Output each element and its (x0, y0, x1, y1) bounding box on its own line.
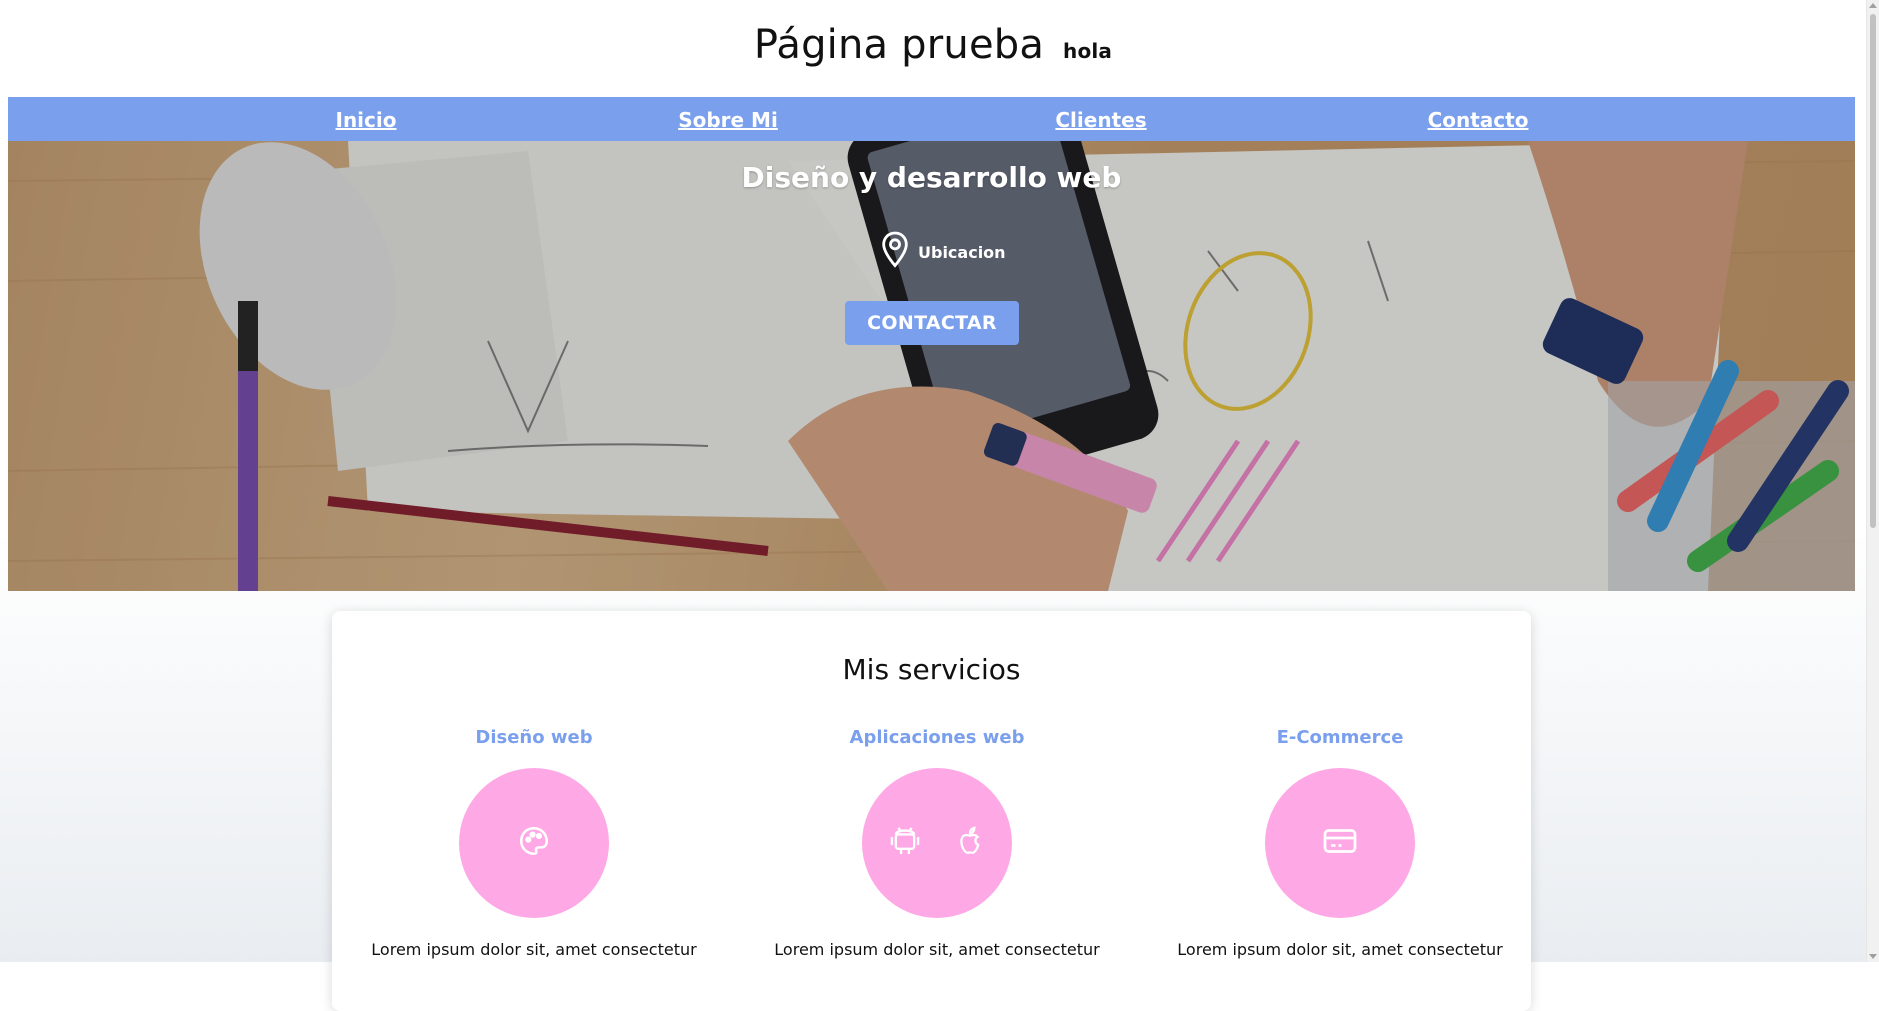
service-description: Lorem ipsum dolor sit, amet consectetur (1177, 940, 1503, 959)
service-description: Lorem ipsum dolor sit, amet consectetur (371, 940, 697, 959)
service-item-e-commerce: E-Commerce Lorem ipsum dolor sit, amet c… (1138, 727, 1542, 959)
service-name: Aplicaciones web (849, 727, 1025, 748)
scroll-up-icon[interactable] (1869, 3, 1877, 8)
service-description: Lorem ipsum dolor sit, amet consectetur (774, 940, 1100, 959)
main-nav: Inicio Sobre Mi Clientes Contacto (8, 97, 1855, 142)
hero-heading: Diseño y desarrollo web (741, 161, 1122, 194)
service-item-aplicaciones-web: Aplicaciones web Lorem ipsum dolor sit, … (735, 727, 1139, 959)
scrollbar-thumb[interactable] (1870, 14, 1876, 528)
map-pin-icon (878, 230, 912, 274)
nav-link-contacto[interactable]: Contacto (1428, 108, 1529, 132)
service-icon-circle (459, 768, 609, 918)
services-card: Mis servicios Diseño web Lorem ipsum dol… (332, 611, 1531, 1011)
nav-link-inicio[interactable]: Inicio (336, 108, 397, 132)
site-subtitle: hola (1063, 39, 1113, 63)
nav-link-clientes[interactable]: Clientes (1055, 108, 1146, 132)
service-icon-circle (862, 768, 1012, 918)
apple-icon (955, 824, 985, 862)
service-name: E-Commerce (1276, 727, 1404, 748)
nav-link-sobre-mi[interactable]: Sobre Mi (678, 108, 778, 132)
contact-button[interactable]: CONTACTAR (845, 301, 1019, 345)
services-title: Mis servicios (842, 653, 1021, 686)
credit-card-icon (1322, 826, 1358, 860)
scroll-down-icon[interactable] (1869, 954, 1877, 959)
page-title: Página prueba hola (0, 22, 1866, 68)
page-scrollbar[interactable] (1866, 0, 1879, 962)
location-label: Ubicacion (918, 242, 1006, 262)
hero-banner: Diseño y desarrollo web Ubicacion CONTAC… (8, 141, 1855, 591)
android-icon (889, 824, 921, 862)
service-name: Diseño web (475, 727, 593, 748)
site-title-text: Página prueba (753, 22, 1045, 68)
service-icon-circle (1265, 768, 1415, 918)
service-item-diseno-web: Diseño web Lorem ipsum dolor sit, amet c… (332, 727, 736, 959)
location-row: Ubicacion (878, 230, 1006, 274)
hero-overlay (8, 141, 1855, 591)
palette-icon (517, 824, 551, 862)
